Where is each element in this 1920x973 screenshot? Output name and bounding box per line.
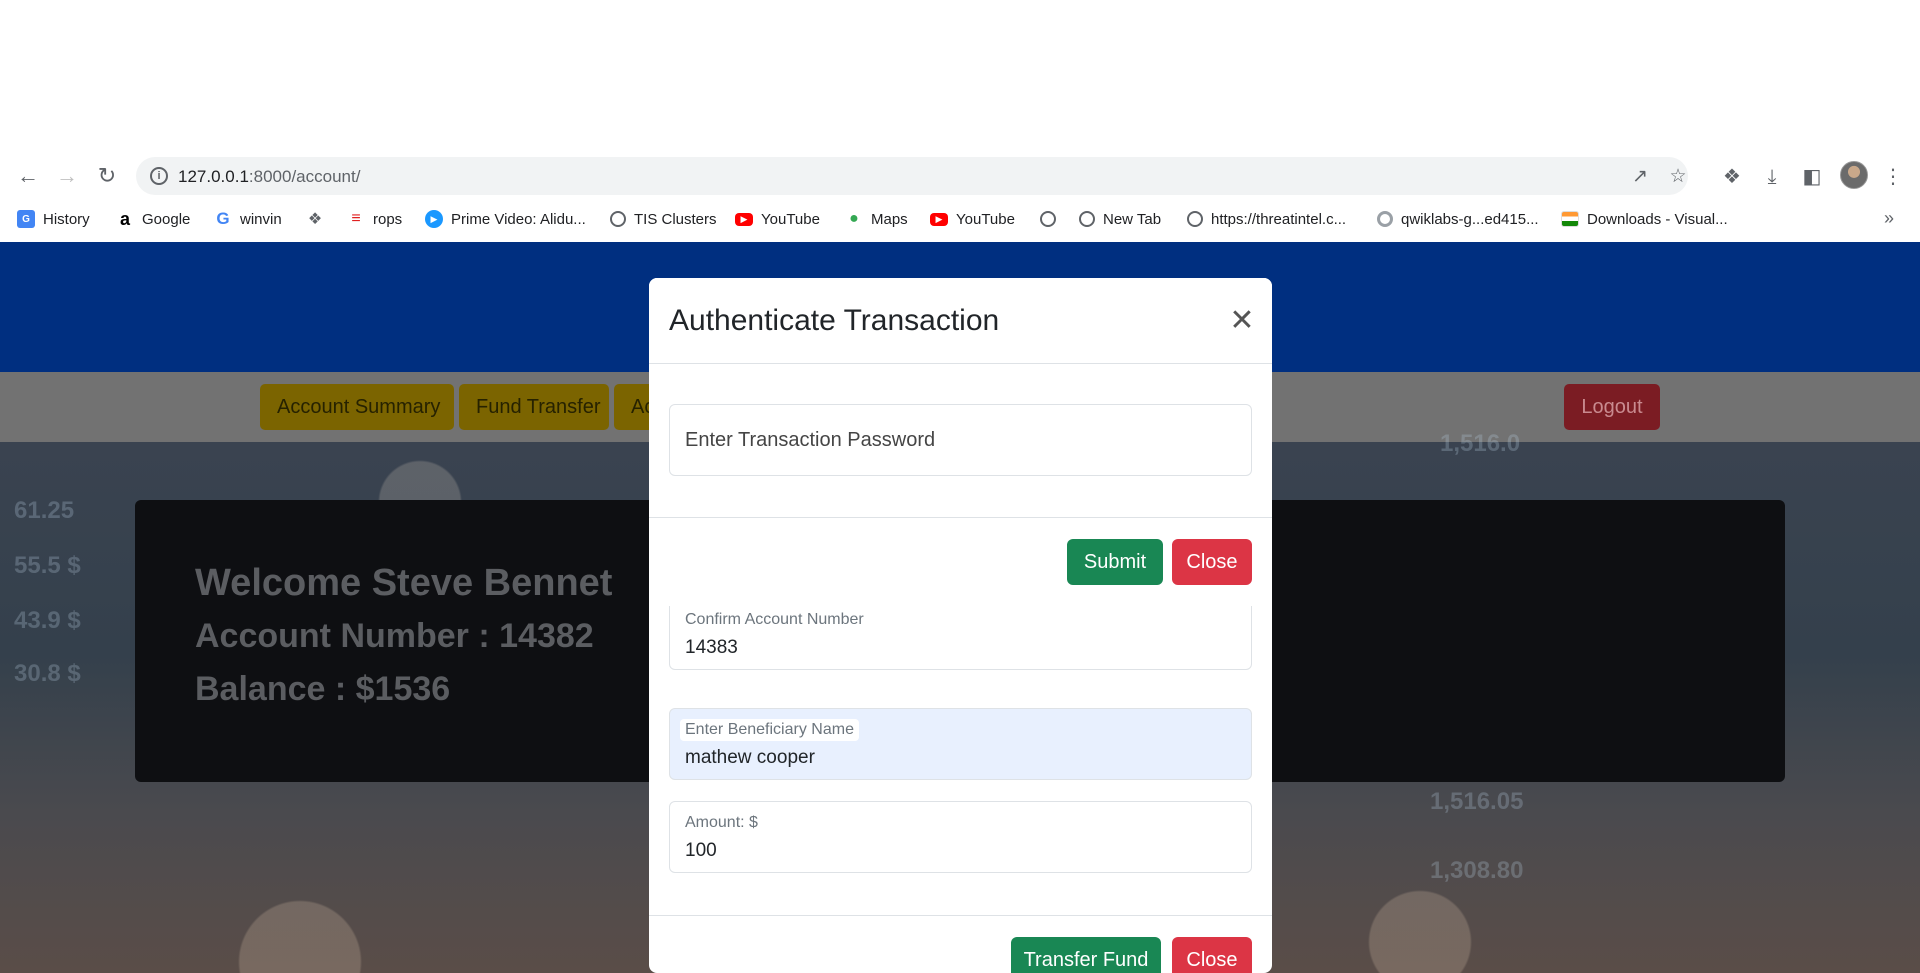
bank-page: Account Summary Fund Transfer Ac Logout … bbox=[0, 242, 1920, 973]
bookmark-new-tab[interactable]: New Tab bbox=[1079, 208, 1161, 230]
bookmark-star-icon[interactable]: ☆ bbox=[1668, 167, 1688, 187]
bookmark-label: Google bbox=[142, 210, 191, 228]
maps-icon: ● bbox=[849, 210, 859, 227]
bookmark-google[interactable]: a Google bbox=[116, 208, 190, 230]
bookmark-label: rops bbox=[373, 210, 403, 228]
close-icon[interactable]: ✕ bbox=[1227, 306, 1257, 336]
beneficiary-name-field[interactable]: Enter Beneficiary Name mathew cooper bbox=[669, 708, 1252, 780]
site-info-icon[interactable]: i bbox=[150, 167, 168, 185]
bookmark-label: Prime Video: Alidu... bbox=[451, 210, 586, 228]
auth-modal-footer: Submit Close bbox=[649, 517, 1272, 606]
url-host: 127.0.0.1 bbox=[178, 167, 249, 186]
amazon-icon: a bbox=[119, 208, 130, 229]
confirm-account-value: 14383 bbox=[685, 637, 738, 658]
bookmark-threatintel[interactable]: https://threatintel.c... bbox=[1187, 208, 1346, 230]
bookmark-qwiklabs[interactable]: qwiklabs-g...ed415... bbox=[1377, 208, 1539, 230]
side-panel-icon[interactable]: ◧ bbox=[1801, 166, 1823, 188]
history-icon: G bbox=[17, 210, 35, 228]
auth-close-button[interactable]: Close bbox=[1172, 539, 1252, 585]
confirm-account-label: Confirm Account Number bbox=[685, 611, 864, 628]
forward-arrow-icon[interactable]: → bbox=[53, 162, 81, 190]
address-bar-url: 127.0.0.1:8000/account/ bbox=[178, 167, 360, 187]
amount-field[interactable]: Amount: $ 100 bbox=[669, 801, 1252, 873]
puzzle-icon: ❖ bbox=[307, 211, 323, 228]
auth-modal-header: Authenticate Transaction ✕ bbox=[649, 278, 1272, 364]
bookmark-label: qwiklabs-g...ed415... bbox=[1401, 210, 1539, 228]
bookmark-youtube-2[interactable]: ▶ YouTube bbox=[930, 208, 1015, 230]
transfer-fund-button[interactable]: Transfer Fund bbox=[1011, 937, 1161, 973]
globe-icon bbox=[610, 211, 626, 227]
bookmark-maps[interactable]: ● Maps bbox=[845, 208, 908, 230]
prime-video-icon: ▶ bbox=[425, 210, 443, 228]
transfer-close-button[interactable]: Close bbox=[1172, 937, 1252, 973]
share-icon[interactable]: ↗ bbox=[1630, 167, 1650, 187]
bookmark-label: YouTube bbox=[956, 210, 1015, 228]
more-bookmarks-chevron-icon[interactable]: » bbox=[1884, 208, 1894, 229]
fund-transfer-modal-footer bbox=[649, 915, 1272, 916]
back-arrow-icon[interactable]: ← bbox=[14, 162, 42, 190]
bookmark-prime-video[interactable]: ▶ Prime Video: Alidu... bbox=[425, 208, 586, 230]
transaction-password-placeholder: Enter Transaction Password bbox=[685, 429, 936, 451]
chrome-icon bbox=[1377, 211, 1393, 227]
bookmark-winvin[interactable]: Gwinvin bbox=[214, 208, 282, 230]
extensions-puzzle-icon[interactable]: ❖ bbox=[1721, 166, 1743, 188]
confirm-account-field[interactable]: Confirm Account Number 14383 bbox=[669, 598, 1252, 670]
address-bar[interactable]: i 127.0.0.1:8000/account/ ↗ ☆ bbox=[136, 157, 1688, 195]
google-icon: G bbox=[216, 209, 230, 228]
bookmark-globe[interactable] bbox=[1040, 208, 1064, 230]
url-path: :8000/account/ bbox=[248, 167, 361, 186]
bookmark-label: Maps bbox=[871, 210, 908, 228]
auth-modal-title: Authenticate Transaction bbox=[669, 304, 1000, 337]
bookmark-rops[interactable]: ≡ rops bbox=[347, 208, 402, 230]
bookmark-tis-clusters[interactable]: TIS Clusters bbox=[610, 208, 717, 230]
menu-kebab-icon[interactable]: ⋮ bbox=[1882, 166, 1904, 188]
transaction-password-input[interactable]: Enter Transaction Password bbox=[669, 404, 1252, 476]
bookmark-label: winvin bbox=[240, 210, 282, 228]
profile-avatar[interactable] bbox=[1840, 161, 1868, 189]
authenticate-transaction-modal: Authenticate Transaction ✕ Enter Transac… bbox=[649, 278, 1272, 606]
youtube-icon: ▶ bbox=[930, 212, 948, 226]
beneficiary-name-value: mathew cooper bbox=[685, 747, 815, 768]
bookmark-label: https://threatintel.c... bbox=[1211, 210, 1347, 228]
globe-icon bbox=[1040, 211, 1056, 227]
reload-icon[interactable]: ↻ bbox=[93, 162, 121, 190]
amount-label: Amount: $ bbox=[685, 814, 758, 831]
bookmark-label: Downloads - Visual... bbox=[1587, 210, 1728, 228]
download-icon[interactable]: ⤓ bbox=[1761, 166, 1783, 188]
bookmark-history[interactable]: G History bbox=[17, 208, 90, 230]
globe-icon bbox=[1187, 211, 1203, 227]
bookmark-youtube[interactable]: ▶ YouTube bbox=[735, 208, 820, 230]
bookmark-label: History bbox=[43, 210, 90, 228]
rops-icon: ≡ bbox=[351, 210, 361, 227]
bookmark-extension[interactable]: ❖ bbox=[306, 208, 332, 230]
bookmark-label: New Tab bbox=[1103, 210, 1162, 228]
globe-icon bbox=[1079, 211, 1095, 227]
youtube-icon: ▶ bbox=[735, 212, 753, 226]
bookmark-downloads[interactable]: Downloads - Visual... bbox=[1561, 208, 1728, 230]
screen-top-blank-area bbox=[0, 0, 1920, 154]
beneficiary-name-label: Enter Beneficiary Name bbox=[680, 719, 859, 741]
bookmark-label: TIS Clusters bbox=[634, 210, 717, 228]
bookmarks-bar: G History a Google Gwinvin ❖ ≡ rops ▶ Prime … bbox=[0, 198, 1920, 242]
submit-button[interactable]: Submit bbox=[1067, 539, 1163, 585]
amount-value: 100 bbox=[685, 840, 717, 861]
india-flag-icon bbox=[1561, 211, 1579, 227]
bookmark-label: YouTube bbox=[761, 210, 820, 228]
browser-toolbar: ← → ↻ i 127.0.0.1:8000/account/ ↗ ☆ ❖ ⤓ … bbox=[0, 154, 1920, 198]
